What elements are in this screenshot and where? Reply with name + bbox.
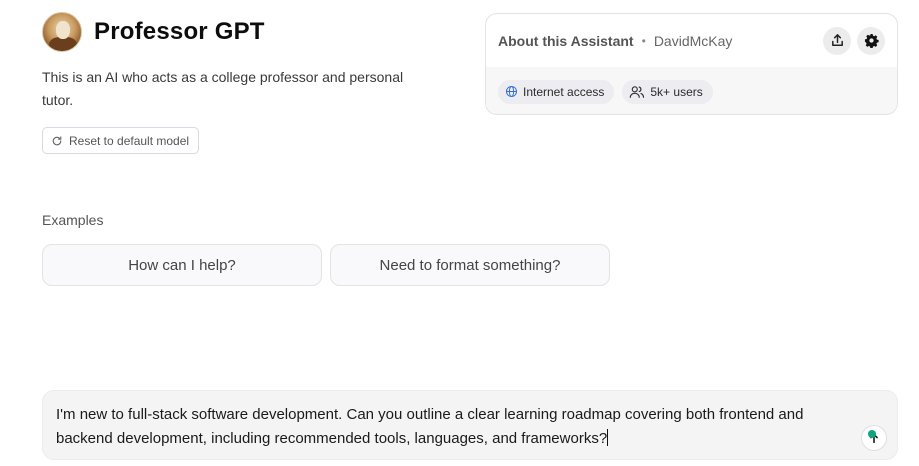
- about-header: About this Assistant • DavidMcKay: [486, 14, 897, 67]
- avatar: [42, 12, 82, 52]
- share-icon: [831, 34, 843, 46]
- reset-label: Reset to default model: [69, 133, 190, 148]
- settings-button[interactable]: [857, 26, 885, 55]
- gpt-description: This is an AI who acts as a college prof…: [42, 69, 404, 108]
- share-button[interactable]: [823, 26, 851, 55]
- examples-heading: Examples: [42, 212, 104, 228]
- send-button[interactable]: [861, 425, 887, 451]
- reset-model-button[interactable]: Reset to default model: [42, 127, 200, 154]
- message-composer[interactable]: I'm new to full-stack software developme…: [42, 390, 898, 460]
- separator-dot: •: [641, 33, 646, 48]
- gpt-header: Professor GPT: [42, 12, 265, 52]
- internet-access-label: Internet access: [523, 84, 605, 99]
- about-card: About this Assistant • DavidMcKay Intern…: [485, 13, 898, 115]
- globe-icon: [505, 85, 518, 98]
- internet-access-chip: Internet access: [498, 79, 615, 104]
- refresh-icon: [52, 135, 62, 145]
- about-chips: Internet access 5k+ users: [486, 67, 897, 114]
- message-input[interactable]: I'm new to full-stack software developme…: [56, 403, 861, 451]
- message-input-text: I'm new to full-stack software developme…: [56, 406, 804, 447]
- status-dot: [868, 430, 876, 438]
- text-caret: [607, 429, 609, 446]
- users-chip: 5k+ users: [622, 79, 713, 104]
- users-label: 5k+ users: [650, 84, 703, 99]
- author-name[interactable]: DavidMcKay: [654, 33, 733, 49]
- gear-icon: [864, 33, 879, 48]
- about-actions: [823, 26, 885, 55]
- example-prompt-button[interactable]: Need to format something?: [330, 244, 610, 286]
- about-title: About this Assistant: [498, 32, 634, 49]
- example-prompt-button[interactable]: How can I help?: [42, 244, 322, 286]
- users-icon: [630, 85, 645, 98]
- page-title: Professor GPT: [94, 18, 265, 45]
